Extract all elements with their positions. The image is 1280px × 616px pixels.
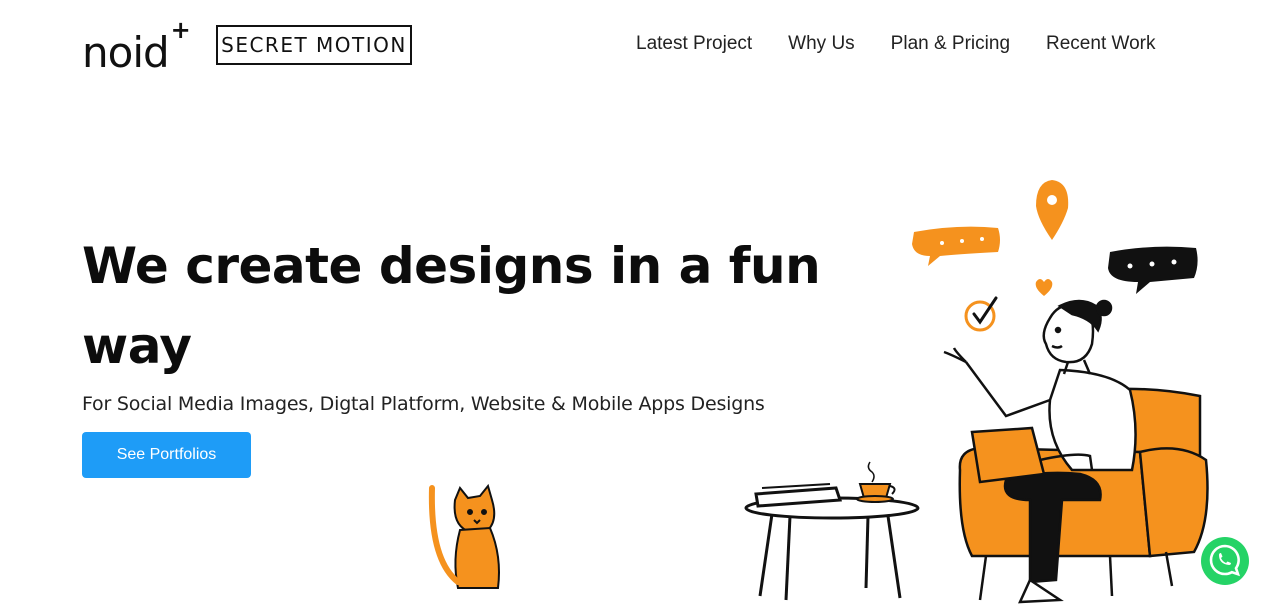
coffee-cup-illustration [856, 461, 896, 503]
table-illustration [744, 483, 920, 601]
speech-bubble-icon [912, 226, 1000, 266]
secret-motion-logo[interactable]: SECRET MOTION [216, 25, 412, 65]
hero-title: We create designs in a fun way [82, 237, 821, 375]
see-portfolios-button[interactable]: See Portfolios [82, 432, 251, 478]
speech-bubble-icon [1108, 246, 1198, 294]
nav-plan-pricing[interactable]: Plan & Pricing [891, 33, 1010, 55]
nav-recent-work[interactable]: Recent Work [1046, 33, 1155, 55]
cat-illustration [428, 483, 500, 589]
nav-why-us[interactable]: Why Us [788, 33, 855, 55]
checkmark-icon [964, 296, 998, 332]
nav-latest-project[interactable]: Latest Project [636, 33, 752, 55]
site-header: noid+ SECRET MOTION Latest Project Why U… [0, 0, 1280, 90]
whatsapp-icon[interactable] [1200, 536, 1250, 586]
armchair-illustration [958, 387, 1209, 601]
heart-icon [1035, 279, 1053, 296]
noid-logo[interactable]: noid+ [82, 16, 191, 75]
person-illustration [943, 299, 1137, 604]
main-nav: Latest Project Why Us Plan & Pricing Rec… [636, 33, 1155, 55]
location-pin-icon [1036, 180, 1069, 240]
hero-subtitle: For Social Media Images, Digtal Platform… [82, 393, 765, 415]
